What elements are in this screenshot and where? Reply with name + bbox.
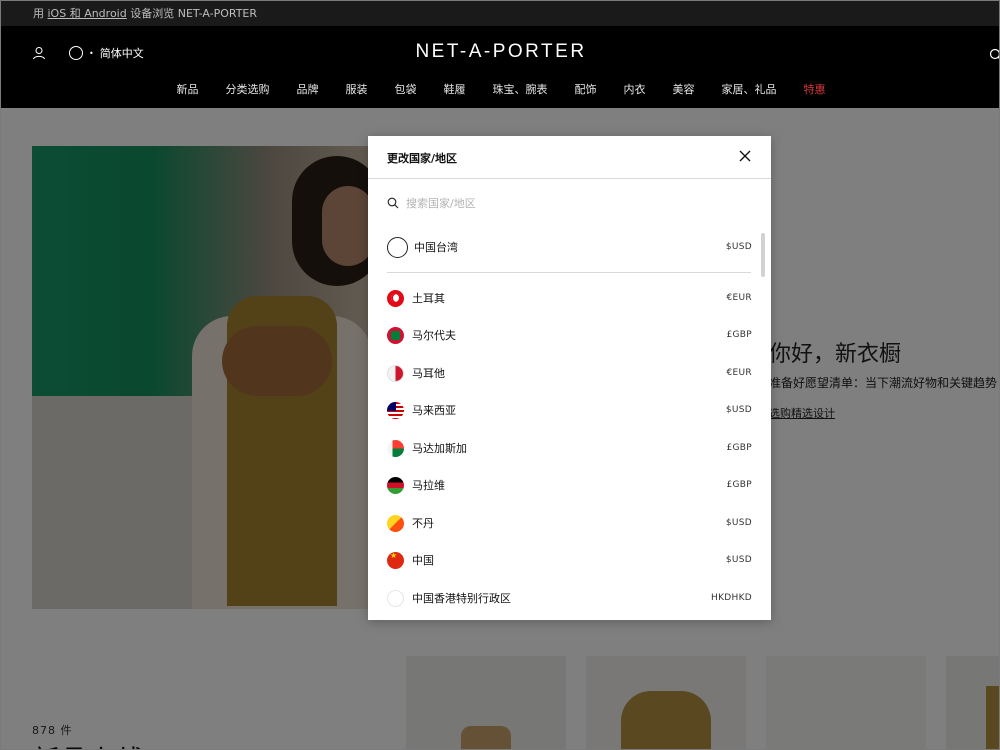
browser-frame: 用 iOS 和 Android 设备浏览 NET-A-PORTER • 简体中文…: [0, 0, 1000, 750]
country-currency: €EUR: [726, 293, 752, 303]
selected-country-name: 中国台湾: [414, 241, 458, 254]
nav-item-accessories[interactable]: 配饰: [575, 81, 597, 97]
selected-flag-icon: [387, 236, 408, 258]
header-search-icon[interactable]: [989, 48, 1000, 62]
nav-item-sale[interactable]: 特惠: [804, 81, 826, 97]
country-name: 马来西亚: [412, 404, 456, 417]
nav-item-categories[interactable]: 分类选购: [226, 81, 270, 97]
malawi-flag-icon: [387, 476, 404, 494]
country-currency: £GBP: [726, 443, 752, 453]
promo-app-link[interactable]: iOS 和 Android: [48, 7, 127, 20]
modal-divider: [368, 178, 771, 179]
country-currency: HKDHKD: [711, 593, 752, 603]
nav-item-shoes[interactable]: 鞋履: [444, 81, 466, 97]
nav-item-new[interactable]: 新品: [177, 81, 199, 97]
nav-item-beauty[interactable]: 美容: [673, 81, 695, 97]
country-currency: £GBP: [726, 480, 752, 490]
selected-country-row[interactable]: 中国台湾 $USD: [387, 235, 752, 259]
hong-kong-flag-icon: [387, 589, 404, 607]
country-row[interactable]: 马尔代夫 £GBP: [387, 324, 752, 346]
country-search-input[interactable]: [406, 196, 706, 210]
nav-item-clothing[interactable]: 服装: [346, 81, 368, 97]
close-icon[interactable]: [738, 149, 752, 163]
country-name: 中国香港特别行政区: [412, 592, 511, 605]
country-row[interactable]: 土耳其 €EUR: [387, 287, 752, 309]
madagascar-flag-icon: [387, 439, 404, 457]
main-nav: 新品 分类选购 品牌 服装 包袋 鞋履 珠宝、腕表 配饰 内衣 美容 家居、礼品…: [1, 81, 999, 97]
country-row[interactable]: 中国 $USD: [387, 549, 752, 571]
country-name: 中国: [412, 554, 434, 567]
nav-item-jewelry[interactable]: 珠宝、腕表: [493, 81, 548, 97]
country-name: 马达加斯加: [412, 442, 467, 455]
country-currency: $USD: [725, 518, 752, 528]
nav-item-bags[interactable]: 包袋: [395, 81, 417, 97]
china-flag-icon: [387, 551, 404, 569]
site-logo[interactable]: NET-A-PORTER: [1, 41, 999, 63]
search-icon: [387, 197, 399, 209]
country-name: 马拉维: [412, 479, 445, 492]
country-currency: €EUR: [726, 368, 752, 378]
country-name: 不丹: [412, 517, 434, 530]
country-row[interactable]: 马拉维 £GBP: [387, 474, 752, 496]
malta-flag-icon: [387, 364, 404, 382]
modal-title: 更改国家/地区: [387, 152, 458, 165]
country-name: 马耳他: [412, 367, 445, 380]
country-search: [387, 195, 751, 211]
promo-suffix: 设备浏览 NET-A-PORTER: [126, 7, 258, 20]
maldives-flag-icon: [387, 326, 404, 344]
country-currency: £GBP: [726, 330, 752, 340]
nav-item-lingerie[interactable]: 内衣: [624, 81, 646, 97]
promo-prefix: 用: [33, 7, 48, 20]
country-row[interactable]: 不丹 $USD: [387, 512, 752, 534]
nav-item-brands[interactable]: 品牌: [297, 81, 319, 97]
bhutan-flag-icon: [387, 514, 404, 532]
country-row[interactable]: 马来西亚 $USD: [387, 399, 752, 421]
malaysia-flag-icon: [387, 401, 404, 419]
country-name: 土耳其: [412, 292, 445, 305]
country-row[interactable]: 中国香港特别行政区 HKDHKD: [387, 587, 752, 609]
site-header: • 简体中文 NET-A-PORTER 新品 分类选购 品牌 服装 包袋 鞋履 …: [1, 26, 1000, 108]
country-selector-modal: 更改国家/地区 中国台湾 $USD 土耳其 €EUR: [368, 136, 771, 620]
list-divider: [387, 272, 751, 273]
list-scrollbar[interactable]: [761, 233, 765, 277]
app-promo-bar: 用 iOS 和 Android 设备浏览 NET-A-PORTER: [1, 1, 999, 26]
country-row[interactable]: 马达加斯加 £GBP: [387, 437, 752, 459]
country-name: 马尔代夫: [412, 329, 456, 342]
turkey-flag-icon: [387, 289, 404, 307]
country-currency: $USD: [725, 555, 752, 565]
country-currency: $USD: [725, 405, 752, 415]
nav-item-home[interactable]: 家居、礼品: [722, 81, 777, 97]
selected-country-currency: $USD: [725, 242, 752, 252]
country-row[interactable]: 马耳他 €EUR: [387, 362, 752, 384]
